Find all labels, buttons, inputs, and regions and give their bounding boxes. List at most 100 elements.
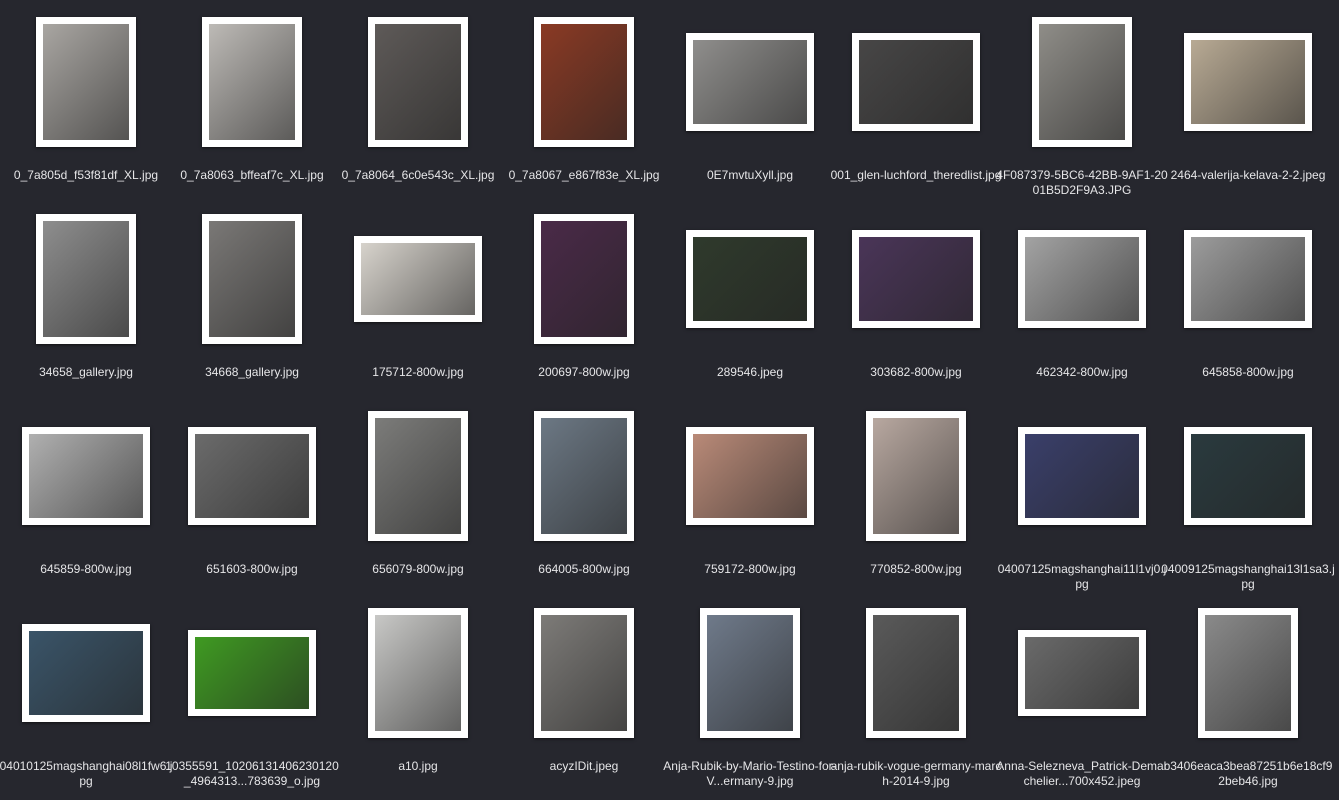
- file-name-label[interactable]: 10355591_10206131406230120_4964313...783…: [165, 759, 339, 789]
- file-item[interactable]: a10.jpg: [335, 603, 501, 793]
- file-thumbnail[interactable]: [202, 214, 302, 344]
- file-item[interactable]: anja-rubik-vogue-germany-march-2014-9.jp…: [831, 603, 1001, 793]
- file-item[interactable]: 04007125magshanghai11l1vj0.jpg: [998, 406, 1166, 596]
- file-thumbnail[interactable]: [1184, 230, 1312, 328]
- file-name-label[interactable]: b3406eaca3bea87251b6e18cf92beb46.jpg: [1161, 759, 1335, 789]
- thumbnail-area: [3, 406, 169, 541]
- file-name-label[interactable]: Anna-Selezneva_Patrick-Demarchelier...70…: [995, 759, 1169, 789]
- file-thumbnail[interactable]: [188, 427, 316, 525]
- file-thumbnail[interactable]: [686, 33, 814, 131]
- file-thumbnail[interactable]: [1198, 608, 1298, 738]
- photo-preview: [541, 418, 627, 534]
- file-item[interactable]: 34668_gallery.jpg: [169, 209, 335, 399]
- file-name-label[interactable]: 4F087379-5BC6-42BB-9AF1-2001B5D2F9A3.JPG: [995, 168, 1169, 198]
- file-thumbnail[interactable]: [22, 427, 150, 525]
- file-item[interactable]: Anja-Rubik-by-Mario-Testino-for-V...erma…: [663, 603, 837, 793]
- file-item[interactable]: 645859-800w.jpg: [3, 406, 169, 596]
- file-item[interactable]: 175712-800w.jpg: [335, 209, 501, 399]
- file-name-label[interactable]: anja-rubik-vogue-germany-march-2014-9.jp…: [829, 759, 1003, 789]
- file-name-label[interactable]: Anja-Rubik-by-Mario-Testino-for-V...erma…: [663, 759, 837, 789]
- file-name-label[interactable]: 462342-800w.jpg: [995, 365, 1169, 380]
- file-thumbnail[interactable]: [202, 17, 302, 147]
- file-thumbnail[interactable]: [1184, 427, 1312, 525]
- file-name-label[interactable]: 200697-800w.jpg: [497, 365, 671, 380]
- file-item[interactable]: 462342-800w.jpg: [999, 209, 1165, 399]
- file-name-label[interactable]: 289546.jpeg: [663, 365, 837, 380]
- file-thumbnail[interactable]: [534, 411, 634, 541]
- file-name-label[interactable]: 645858-800w.jpg: [1161, 365, 1335, 380]
- file-item[interactable]: 664005-800w.jpg: [501, 406, 667, 596]
- file-thumbnail[interactable]: [22, 624, 150, 722]
- file-name-label[interactable]: 04010125magshanghai08l1fw6.jpg: [0, 759, 173, 789]
- file-thumbnail[interactable]: [534, 214, 634, 344]
- file-thumbnail[interactable]: [1018, 630, 1146, 716]
- file-thumbnail[interactable]: [1184, 33, 1312, 131]
- file-thumbnail[interactable]: [368, 411, 468, 541]
- file-name-label[interactable]: 0E7mvtuXyll.jpg: [663, 168, 837, 183]
- file-thumbnail[interactable]: [1032, 17, 1132, 147]
- file-item[interactable]: acyzIDit.jpeg: [501, 603, 667, 793]
- file-thumbnail[interactable]: [354, 236, 482, 322]
- file-name-label[interactable]: 0_7a8063_bffeaf7c_XL.jpg: [165, 168, 339, 183]
- file-item[interactable]: 759172-800w.jpg: [667, 406, 833, 596]
- file-item[interactable]: 303682-800w.jpg: [833, 209, 999, 399]
- file-name-label[interactable]: 001_glen-luchford_theredlist.jpg: [829, 168, 1003, 183]
- file-name-label[interactable]: 34658_gallery.jpg: [0, 365, 173, 380]
- file-name-label[interactable]: 04007125magshanghai11l1vj0.jpg: [995, 562, 1169, 592]
- file-name-label[interactable]: 175712-800w.jpg: [331, 365, 505, 380]
- file-item[interactable]: 0_7a805d_f53f81df_XL.jpg: [3, 12, 169, 202]
- file-name-label[interactable]: 34668_gallery.jpg: [165, 365, 339, 380]
- file-thumbnail[interactable]: [852, 230, 980, 328]
- file-name-label[interactable]: 645859-800w.jpg: [0, 562, 173, 577]
- file-thumbnail[interactable]: [866, 411, 966, 541]
- file-item[interactable]: 770852-800w.jpg: [833, 406, 999, 596]
- file-thumbnail[interactable]: [188, 630, 316, 716]
- file-item[interactable]: 0_7a8063_bffeaf7c_XL.jpg: [169, 12, 335, 202]
- file-item[interactable]: 0E7mvtuXyll.jpg: [667, 12, 833, 202]
- file-item[interactable]: 001_glen-luchford_theredlist.jpg: [831, 12, 1001, 202]
- file-item[interactable]: 656079-800w.jpg: [335, 406, 501, 596]
- file-item[interactable]: 200697-800w.jpg: [501, 209, 667, 399]
- file-item[interactable]: 0_7a8064_6c0e543c_XL.jpg: [335, 12, 501, 202]
- file-item[interactable]: 651603-800w.jpg: [169, 406, 335, 596]
- file-thumbnail[interactable]: [686, 427, 814, 525]
- file-thumbnail[interactable]: [686, 230, 814, 328]
- file-name-label[interactable]: 2464-valerija-kelava-2-2.jpeg: [1161, 168, 1335, 183]
- file-item[interactable]: 2464-valerija-kelava-2-2.jpeg: [1165, 12, 1331, 202]
- file-thumbnail[interactable]: [36, 17, 136, 147]
- file-thumbnail[interactable]: [36, 214, 136, 344]
- file-item[interactable]: 645858-800w.jpg: [1165, 209, 1331, 399]
- file-name-label[interactable]: 303682-800w.jpg: [829, 365, 1003, 380]
- file-item[interactable]: 04009125magshanghai13l1sa3.jpg: [1161, 406, 1335, 596]
- file-item[interactable]: Anna-Selezneva_Patrick-Demarchelier...70…: [996, 603, 1168, 793]
- file-thumbnail[interactable]: [534, 608, 634, 738]
- file-item[interactable]: b3406eaca3bea87251b6e18cf92beb46.jpg: [1164, 603, 1332, 793]
- file-thumbnail[interactable]: [1018, 427, 1146, 525]
- file-thumbnail[interactable]: [534, 17, 634, 147]
- file-item[interactable]: 04010125magshanghai08l1fw6.jpg: [0, 603, 172, 793]
- thumbnail-area: [667, 209, 833, 344]
- file-name-label[interactable]: acyzIDit.jpeg: [497, 759, 671, 774]
- file-name-label[interactable]: 0_7a8064_6c0e543c_XL.jpg: [331, 168, 505, 183]
- file-thumbnail[interactable]: [368, 17, 468, 147]
- file-item[interactable]: 10355591_10206131406230120_4964313...783…: [165, 603, 339, 793]
- file-name-label[interactable]: 04009125magshanghai13l1sa3.jpg: [1161, 562, 1335, 592]
- file-name-label[interactable]: 651603-800w.jpg: [165, 562, 339, 577]
- file-name-label[interactable]: 664005-800w.jpg: [497, 562, 671, 577]
- file-item[interactable]: 0_7a8067_e867f83e_XL.jpg: [501, 12, 667, 202]
- file-name-label[interactable]: 770852-800w.jpg: [829, 562, 1003, 577]
- file-thumbnail[interactable]: [1018, 230, 1146, 328]
- file-name-label[interactable]: 656079-800w.jpg: [331, 562, 505, 577]
- file-thumbnail[interactable]: [852, 33, 980, 131]
- file-thumbnail[interactable]: [866, 608, 966, 738]
- file-name-label[interactable]: 0_7a805d_f53f81df_XL.jpg: [0, 168, 173, 183]
- file-thumbnail[interactable]: [368, 608, 468, 738]
- file-item[interactable]: 4F087379-5BC6-42BB-9AF1-2001B5D2F9A3.JPG: [996, 12, 1168, 202]
- file-item[interactable]: 34658_gallery.jpg: [3, 209, 169, 399]
- file-name-label[interactable]: 759172-800w.jpg: [663, 562, 837, 577]
- file-item[interactable]: 289546.jpeg: [667, 209, 833, 399]
- file-name-label[interactable]: a10.jpg: [331, 759, 505, 774]
- file-thumbnail[interactable]: [700, 608, 800, 738]
- photo-preview: [1191, 237, 1305, 321]
- file-name-label[interactable]: 0_7a8067_e867f83e_XL.jpg: [497, 168, 671, 183]
